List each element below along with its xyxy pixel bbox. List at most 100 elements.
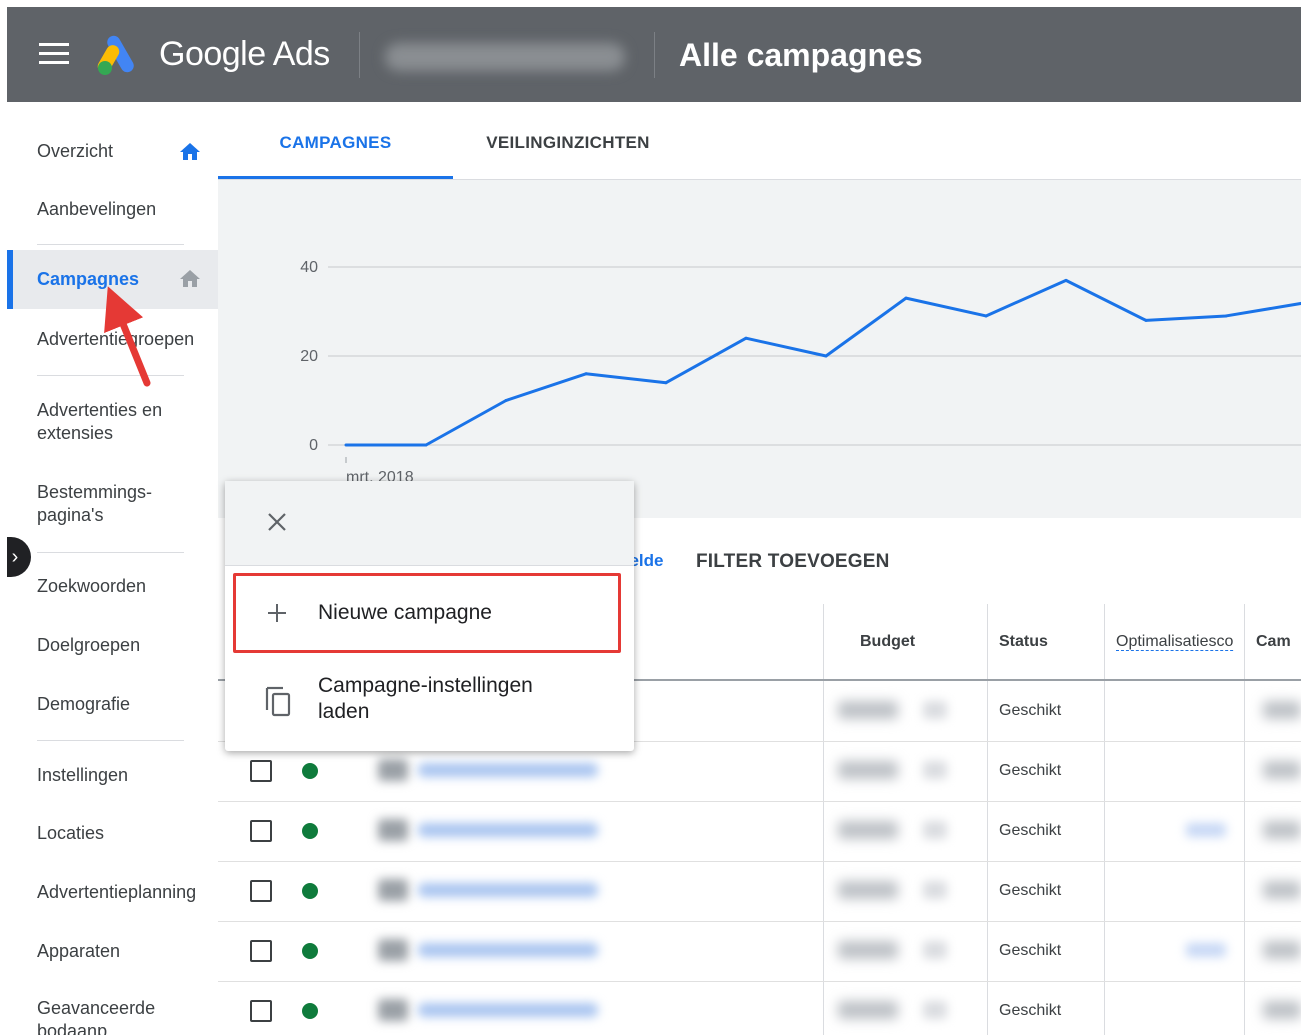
campaign-name-link[interactable] — [418, 1003, 598, 1017]
budget-edit-icon[interactable] — [923, 941, 947, 959]
sidebar-item-label: Geavanceerde bodaanp. — [37, 998, 156, 1035]
data-point — [664, 381, 668, 385]
column-header-optimalisatiescore[interactable]: Optimalisatiescore — [1116, 604, 1234, 679]
table-row[interactable]: Geschikt — [218, 921, 1301, 982]
optimization-score[interactable] — [1186, 943, 1226, 957]
sidebar-item-geavanceerde-bodaanp[interactable]: Geavanceerde bodaanp. — [7, 989, 218, 1035]
row-checkbox[interactable] — [250, 1000, 272, 1022]
add-filter-button[interactable]: FILTER TOEVOEGEN — [696, 551, 890, 573]
budget-edit-icon[interactable] — [923, 701, 947, 719]
campaign-type-icon — [378, 879, 408, 901]
sidebar-item-bestemmingspaginas[interactable]: Bestemmings-pagina's — [7, 474, 218, 525]
menu-icon[interactable] — [39, 43, 69, 65]
budget-value — [838, 761, 898, 779]
sidebar-item-apparaten[interactable]: Apparaten — [7, 931, 218, 971]
y-tick-label: 0 — [309, 437, 318, 454]
status-text: Geschikt — [999, 942, 1062, 959]
tab-campagnes[interactable]: CAMPAGNES — [218, 102, 453, 179]
campaign-type-value — [1263, 761, 1301, 779]
campaign-type-value — [1263, 941, 1301, 959]
sidebar-item-aanbevelingen[interactable]: Aanbevelingen — [7, 187, 218, 227]
column-header-budget[interactable]: Budget — [860, 604, 915, 679]
table-row[interactable]: Geschikt — [218, 861, 1301, 922]
data-point — [1144, 318, 1148, 322]
load-campaign-settings-menu-item[interactable]: Campagne-instellingen laden — [225, 665, 634, 745]
home-icon — [180, 270, 200, 287]
new-campaign-menu: Nieuwe campagne Campagne-instellingen la… — [225, 481, 634, 751]
campaign-type-value — [1263, 701, 1301, 719]
campaign-name-link[interactable] — [418, 943, 598, 957]
budget-edit-icon[interactable] — [923, 1001, 947, 1019]
table-row[interactable]: Geschikt — [218, 981, 1301, 1035]
close-icon[interactable] — [265, 510, 289, 534]
sidebar-item-label: Instellingen — [37, 765, 129, 785]
sidebar-item-label: Locaties — [37, 823, 105, 843]
data-point — [904, 296, 908, 300]
column-header-status[interactable]: Status — [999, 604, 1048, 679]
app-frame: Google Ads Alle campagnes Overzicht Aanb… — [7, 7, 1301, 1035]
sidebar-item-advertentiegroepen[interactable]: Advertentiegroepen — [7, 317, 218, 357]
sidebar-item-label: Zoekwoorden — [37, 576, 147, 596]
campaign-type-icon — [378, 819, 408, 841]
sidebar-divider — [37, 740, 184, 741]
budget-edit-icon[interactable] — [923, 881, 947, 899]
budget-value — [838, 941, 898, 959]
row-checkbox[interactable] — [250, 940, 272, 962]
y-tick-label: 40 — [300, 259, 318, 276]
campaign-type-value — [1263, 821, 1301, 839]
account-selector-blurred[interactable] — [385, 43, 625, 71]
sidebar-item-label: Apparaten — [37, 941, 121, 961]
campaign-name-link[interactable] — [418, 763, 598, 777]
status-text: Geschikt — [999, 762, 1062, 779]
campaign-type-icon — [378, 999, 408, 1021]
campaign-name-link[interactable] — [418, 883, 598, 897]
row-checkbox[interactable] — [250, 820, 272, 842]
data-point — [584, 372, 588, 376]
data-point — [344, 443, 348, 447]
line-chart-svg: 02040mrt. 2018 — [300, 259, 1301, 486]
sidebar-item-label: Bestemmings-pagina's — [37, 482, 153, 525]
sidebar-item-instellingen[interactable]: Instellingen — [7, 755, 218, 795]
status-dot-icon — [302, 943, 318, 959]
budget-value — [838, 821, 898, 839]
top-app-bar: Google Ads Alle campagnes — [7, 7, 1301, 102]
column-header-campagnetype[interactable]: Cam — [1256, 604, 1301, 679]
header-divider — [654, 32, 655, 78]
sidebar-item-advertentieplanning[interactable]: Advertentieplanning — [7, 872, 218, 912]
budget-edit-icon[interactable] — [923, 821, 947, 839]
status-text: Geschikt — [999, 882, 1062, 899]
sidebar-item-demografie[interactable]: Demografie — [7, 684, 218, 724]
sidebar-item-campagnes[interactable]: Campagnes — [7, 250, 218, 309]
data-point — [744, 336, 748, 340]
budget-edit-icon[interactable] — [923, 761, 947, 779]
row-checkbox[interactable] — [250, 760, 272, 782]
active-indicator — [7, 250, 13, 309]
campaign-type-icon — [378, 759, 408, 781]
data-point — [424, 443, 428, 447]
campaign-name-link[interactable] — [418, 823, 598, 837]
tab-bar: CAMPAGNES VEILINGINZICHTEN — [218, 102, 1301, 180]
optimization-score[interactable] — [1186, 823, 1226, 837]
series-line — [346, 278, 1301, 447]
data-point — [824, 354, 828, 358]
table-row[interactable]: Geschikt — [218, 801, 1301, 862]
status-dot-icon — [302, 763, 318, 779]
campaign-type-value — [1263, 881, 1301, 899]
sidebar-item-label: Advertenties en extensies — [37, 400, 163, 443]
campaign-type-icon — [378, 939, 408, 961]
header-divider — [359, 32, 360, 78]
sidebar-item-label: Advertentiegroepen — [37, 329, 195, 349]
y-tick-label: 20 — [300, 348, 318, 365]
status-text: Geschikt — [999, 1002, 1062, 1019]
performance-chart: 0 20 40 mrt. 2018 — [218, 180, 1301, 518]
budget-value — [838, 701, 898, 719]
sidebar-item-locaties[interactable]: Locaties — [7, 814, 218, 854]
sidebar-item-advertenties-en-extensies[interactable]: Advertenties en extensies — [7, 392, 218, 443]
sidebar-item-overzicht[interactable]: Overzicht — [7, 117, 218, 167]
campaign-type-value — [1263, 1001, 1301, 1019]
tab-veilinginzichten[interactable]: VEILINGINZICHTEN — [453, 102, 683, 179]
sidebar-item-label: Campagnes — [37, 269, 140, 289]
sidebar-item-doelgroepen[interactable]: Doelgroepen — [7, 626, 218, 666]
row-checkbox[interactable] — [250, 880, 272, 902]
sidebar-item-zoekwoorden[interactable]: Zoekwoorden — [7, 567, 218, 607]
